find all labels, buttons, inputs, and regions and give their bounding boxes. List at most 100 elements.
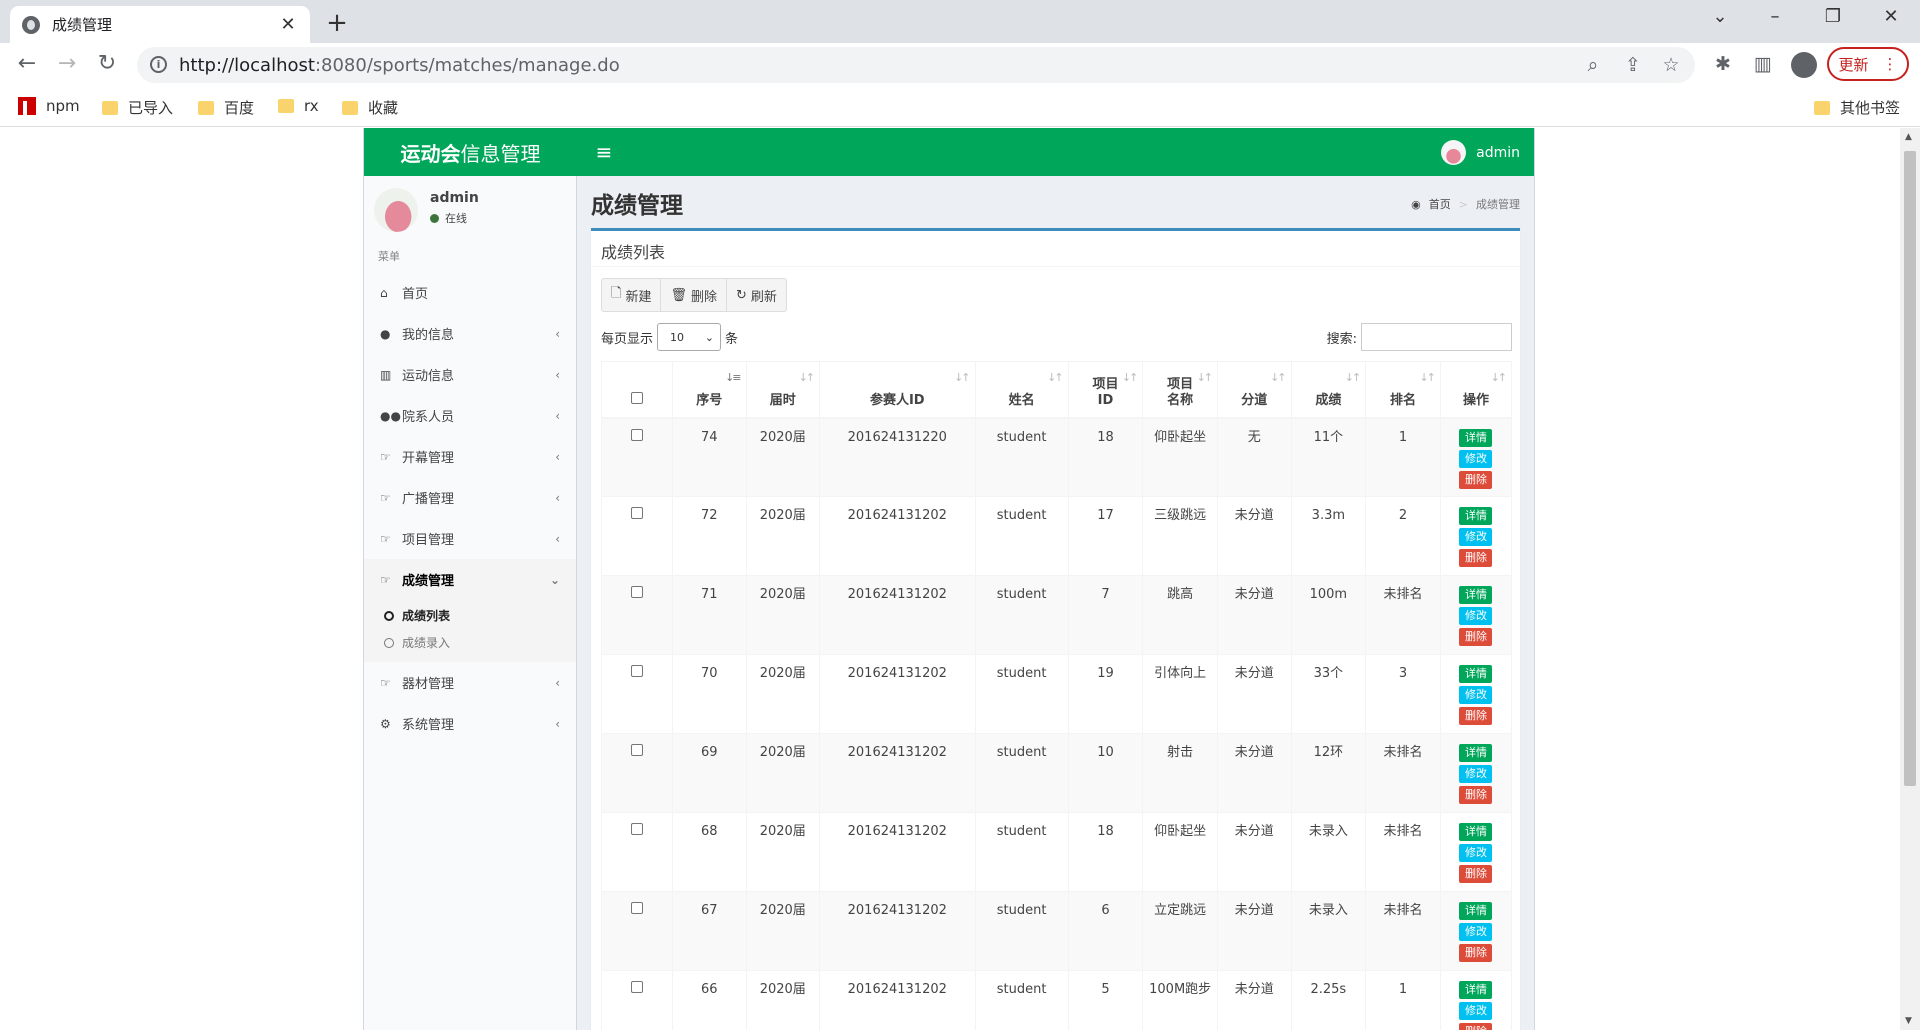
update-button[interactable]: 更新 ⋮ [1827,47,1909,81]
refresh-button[interactable]: ↻ 刷新 [727,279,786,311]
delete-row-button[interactable]: 删除 [1459,1023,1493,1030]
extensions-icon[interactable]: ✱ [1710,53,1736,75]
column-header-lane[interactable]: ↓↑ 分道 [1217,361,1292,419]
row-checkbox[interactable] [631,507,644,519]
app-logo[interactable]: 运动会 信息管理 [364,128,577,176]
reload-button[interactable]: ↻ [92,51,122,76]
close-window-button[interactable]: ✕ [1871,6,1911,27]
detail-button[interactable]: 详情 [1459,665,1493,683]
page-length-select[interactable]: 10 ⌄ [657,323,722,351]
address-bar[interactable]: i http://localhost:8080/sports/matches/m… [137,47,1695,83]
edit-button[interactable]: 修改 [1459,1002,1493,1020]
close-tab-icon[interactable]: ✕ [278,14,298,35]
scroll-down-icon[interactable]: ▼ [1905,1016,1912,1026]
detail-button[interactable]: 详情 [1459,981,1493,999]
detail-button[interactable]: 详情 [1459,744,1493,762]
edit-button[interactable]: 修改 [1459,686,1493,704]
bookmark-npm[interactable]: npm [18,97,80,115]
new-button[interactable]: 🗋 新建 [602,279,662,311]
column-header-score[interactable]: ↓↑ 成绩 [1290,361,1367,419]
tab-search-icon[interactable]: ⌄ [1700,6,1740,27]
sidebar-toggle-icon[interactable]: ≡ [592,140,616,164]
delete-row-button[interactable]: 删除 [1459,786,1493,804]
sidebar-item-home[interactable]: ⌂ 首页 [364,272,576,313]
edit-button[interactable]: 修改 [1459,844,1493,862]
sidebar-subitem-score-entry[interactable]: 成绩录入 [364,629,576,656]
column-header-project-name[interactable]: ↓↑ 项目 名称 [1142,361,1219,419]
row-checkbox[interactable] [631,665,644,677]
delete-button[interactable]: 🗑 删除 [661,279,727,311]
sort-icon: ↓↑ [1419,371,1436,384]
row-checkbox[interactable] [631,586,644,598]
sidebar-subitem-score-list[interactable]: 成绩列表 [364,602,576,629]
share-icon[interactable]: ⇪ [1621,54,1645,76]
edit-button[interactable]: 修改 [1459,528,1493,546]
column-header-project-id[interactable]: ↓↑ 项目 ID [1067,361,1144,419]
edit-button[interactable]: 修改 [1459,607,1493,625]
scrollbar-thumb[interactable] [1904,151,1916,786]
side-panel-icon[interactable]: ▥ [1750,53,1776,75]
table-row: 70 2020届 201624131202 student 19 引体向上 未分道 33个 3 详… [600,654,1513,734]
cell-session: 2020届 [745,417,821,497]
cell-lane: 未分道 [1217,812,1292,892]
sidebar-item-system[interactable]: ⚙ 系统管理 ‹ [364,703,576,744]
user-menu[interactable]: admin [1441,140,1520,165]
user-panel: admin 在线 [374,188,564,238]
column-header-rank[interactable]: ↓↑ 排名 [1365,361,1441,419]
sidebar-item-sports-info[interactable]: ▥ 运动信息 ‹ [364,354,576,395]
bookmark-star-icon[interactable]: ☆ [1659,54,1683,76]
sidebar-item-equipment[interactable]: ☞ 器材管理 ‹ [364,662,576,703]
minimize-button[interactable]: – [1755,6,1795,27]
cell-name: student [974,496,1069,576]
bookmark-rx[interactable]: rx [278,97,319,115]
select-all-checkbox[interactable] [631,391,644,404]
row-checkbox[interactable] [631,744,644,756]
edit-button[interactable]: 修改 [1459,923,1493,941]
delete-row-button[interactable]: 删除 [1459,470,1493,489]
detail-button[interactable]: 详情 [1459,902,1493,920]
delete-row-button[interactable]: 删除 [1459,628,1493,646]
delete-row-button[interactable]: 删除 [1459,707,1493,725]
bookmark-baidu[interactable]: 百度 [198,97,254,118]
row-checkbox[interactable] [631,981,644,993]
zoom-icon[interactable]: ⌕ [1581,54,1605,76]
search-input[interactable] [1361,323,1512,351]
breadcrumb-home[interactable]: 首页 [1429,196,1451,212]
delete-row-button[interactable]: 删除 [1459,865,1493,883]
delete-row-button[interactable]: 删除 [1459,549,1493,567]
page-scrollbar[interactable]: ▲ ▼ [1900,128,1920,1030]
bookmark-favorites[interactable]: 收藏 [342,97,398,118]
other-bookmarks[interactable]: 其他书签 [1814,97,1900,118]
column-header-index[interactable]: ↓≡ 序号 [672,361,747,419]
row-checkbox[interactable] [631,823,644,835]
new-tab-button[interactable]: + [322,8,352,38]
sidebar-item-opening[interactable]: ☞ 开幕管理 ‹ [364,436,576,477]
scroll-up-icon[interactable]: ▲ [1905,132,1912,142]
edit-button[interactable]: 修改 [1459,765,1493,783]
table-row: 71 2020届 201624131202 student 7 跳高 未分道 100m 未排名详… [600,575,1513,655]
sidebar-item-my-info[interactable]: ● 我的信息 ‹ [364,313,576,354]
sidebar-item-broadcast[interactable]: ☞ 广播管理 ‹ [364,477,576,518]
forward-button[interactable]: → [52,51,82,76]
row-checkbox[interactable] [631,428,644,441]
row-checkbox[interactable] [631,902,644,914]
detail-button[interactable]: 详情 [1459,823,1493,841]
column-header-session[interactable]: ↓↑ 届时 [745,361,821,419]
detail-button[interactable]: 详情 [1459,428,1493,447]
profile-avatar-icon[interactable] [1791,52,1817,78]
delete-row-button[interactable]: 删除 [1459,944,1493,962]
column-header-name[interactable]: ↓↑ 姓名 [974,361,1069,419]
bookmark-imported[interactable]: 已导入 [102,97,173,118]
detail-button[interactable]: 详情 [1459,507,1493,525]
detail-button[interactable]: 详情 [1459,586,1493,604]
restore-button[interactable]: ❐ [1813,6,1853,27]
edit-button[interactable]: 修改 [1459,449,1493,468]
column-header-participant-id[interactable]: ↓↑ 参赛人ID [819,361,976,419]
sidebar-item-projects[interactable]: ☞ 项目管理 ‹ [364,518,576,559]
back-button[interactable]: ← [12,51,42,76]
browser-tab[interactable]: 成绩管理 ✕ [10,6,310,43]
url-text[interactable]: http://localhost:8080/sports/matches/man… [179,55,620,76]
sidebar-item-departments[interactable]: ●● 院系人员 ‹ [364,395,576,436]
sidebar-item-scores[interactable]: ☞ 成绩管理 ⌄ [364,559,576,600]
site-info-icon[interactable]: i [150,56,167,73]
